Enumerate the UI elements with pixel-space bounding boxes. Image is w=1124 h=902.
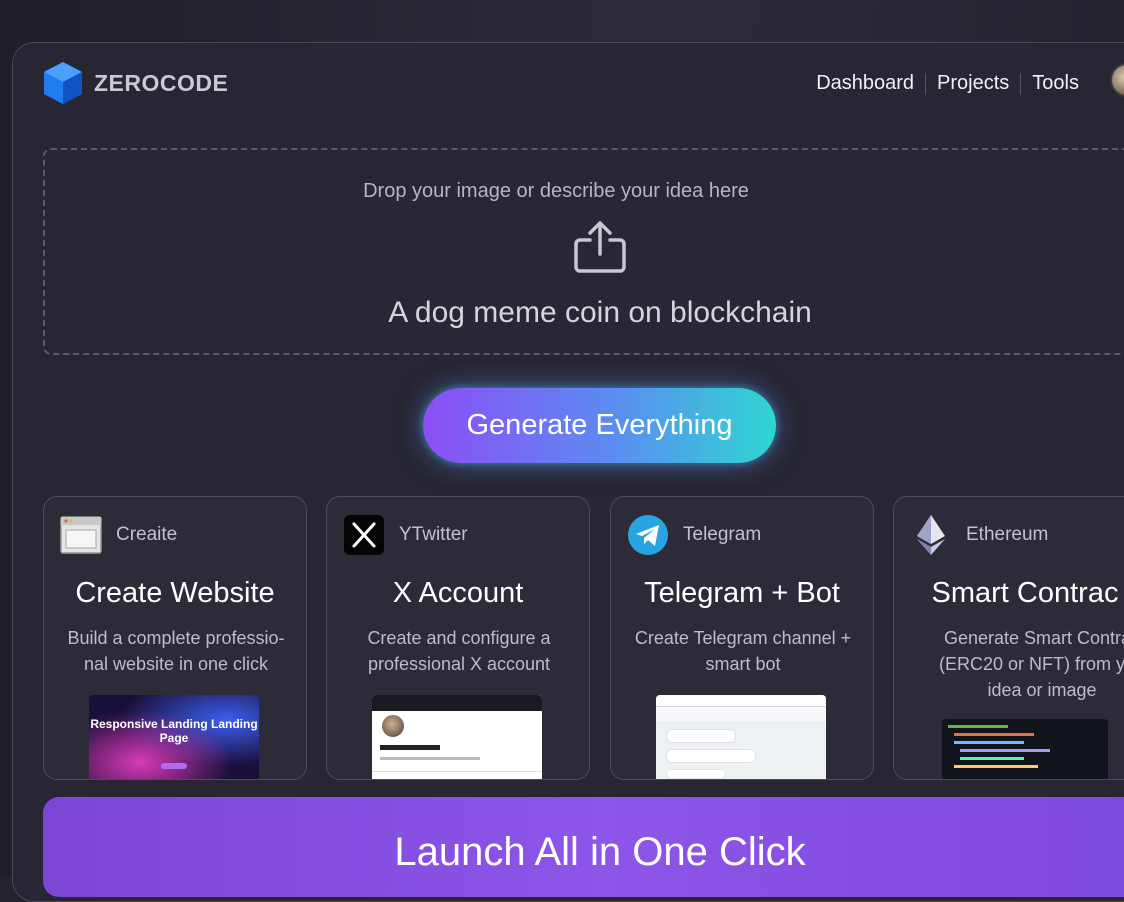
website-preview-image: Responsive Landing Landing Page (89, 695, 259, 779)
preview-cta (161, 763, 187, 769)
preview-tabs (372, 771, 542, 779)
card-tag: YTwitter (399, 524, 468, 546)
card-create-website[interactable]: Creaite Create Website Build a complete … (43, 496, 307, 780)
card-x-account[interactable]: YTwitter X Account Create and configure … (326, 496, 590, 780)
card-description: Build a complete professio- nal website … (52, 625, 300, 677)
preview-headline: Responsive Landing Landing Page (89, 717, 259, 745)
drop-hint: Drop your image or describe your idea he… (0, 180, 1112, 203)
card-header: YTwitter (343, 515, 468, 555)
telegram-icon (627, 515, 669, 555)
card-desc-line: Generate Smart Contrac (912, 625, 1124, 651)
card-tag: Ethereum (966, 524, 1048, 546)
card-desc-line: nal website in one click (52, 651, 300, 677)
idea-prompt-text: A dog meme coin on blockchain (388, 296, 812, 329)
preview-banner (372, 695, 542, 711)
card-telegram-bot[interactable]: Telegram Telegram + Bot Create Telegram … (610, 496, 874, 780)
upload-share-icon[interactable] (571, 220, 629, 276)
card-tag: Creaite (116, 524, 177, 546)
card-tag: Telegram (683, 524, 761, 546)
zerocode-cube-icon (42, 60, 84, 106)
card-smart-contract[interactable]: Ethereum Smart Contrac Generate Smart Co… (893, 496, 1124, 780)
card-desc-line: Create Telegram channel + (619, 625, 867, 651)
launch-all-label: Launch All in One Click (0, 830, 1124, 875)
code-line (960, 749, 1050, 752)
brand-logo[interactable]: ZEROCODE (42, 60, 228, 106)
code-editor-preview-image (942, 719, 1108, 779)
preview-message (666, 729, 736, 743)
preview-bio-bar (380, 757, 480, 760)
card-description: Generate Smart Contrac (ERC20 or NFT) fr… (912, 625, 1124, 703)
code-line (954, 765, 1038, 768)
ethereum-icon (910, 515, 952, 555)
preview-message (666, 749, 756, 763)
card-description: Create and configure a professional X ac… (335, 625, 583, 677)
card-header: Telegram (627, 515, 761, 555)
x-logo-icon (343, 515, 385, 555)
x-profile-preview-image (372, 695, 542, 779)
preview-titlebar (656, 695, 826, 707)
preview-avatar (380, 713, 406, 739)
card-desc-line: professional X account (335, 651, 583, 677)
code-line (960, 757, 1024, 760)
browser-window-icon (60, 515, 102, 555)
top-nav: Dashboard Projects Tools (805, 72, 1090, 95)
card-title: Telegram + Bot (611, 577, 873, 610)
preview-message (666, 769, 726, 779)
card-header: Ethereum (910, 515, 1048, 555)
drop-hint-text: Drop your image or describe your idea he… (363, 180, 749, 202)
card-desc-line: (ERC20 or NFT) from you (912, 651, 1124, 677)
preview-chat-header (656, 707, 826, 721)
nav-projects[interactable]: Projects (926, 72, 1020, 95)
card-desc-line: smart bot (619, 651, 867, 677)
idea-prompt[interactable]: A dog meme coin on blockchain (0, 296, 1124, 330)
code-line (954, 733, 1034, 736)
card-title: Create Website (44, 577, 306, 610)
card-desc-line: idea or image (912, 677, 1124, 703)
card-header: Creaite (60, 515, 177, 555)
preview-name-bar (380, 745, 440, 750)
telegram-chat-preview-image (656, 695, 826, 779)
card-description: Create Telegram channel + smart bot (619, 625, 867, 677)
nav-tools[interactable]: Tools (1021, 72, 1090, 95)
card-title: Smart Contrac (894, 577, 1124, 610)
nav-dashboard[interactable]: Dashboard (805, 72, 925, 95)
generate-everything-button[interactable]: Generate Everything (423, 388, 776, 463)
card-title: X Account (327, 577, 589, 610)
code-line (954, 741, 1024, 744)
card-desc-line: Create and configure a (335, 625, 583, 651)
code-line (948, 725, 1008, 728)
card-desc-line: Build a complete professio- (52, 625, 300, 651)
brand-name: ZEROCODE (94, 70, 228, 97)
